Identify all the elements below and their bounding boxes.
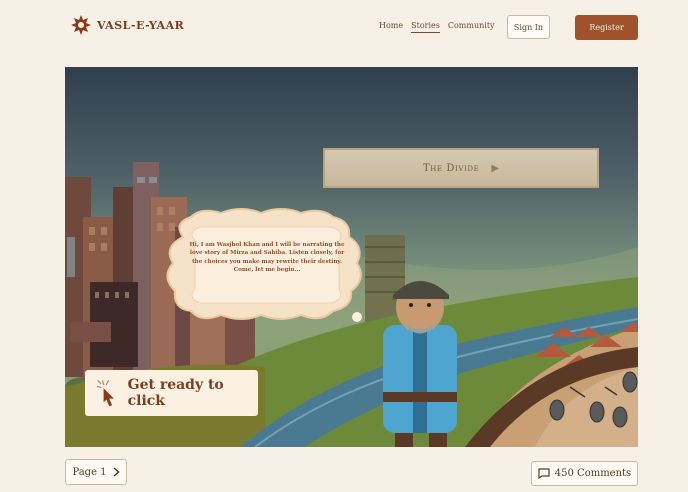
register-button[interactable]: Register (575, 15, 638, 40)
nav-link-home[interactable]: Home (379, 21, 403, 33)
chapter-banner[interactable]: The Divide ▶ (323, 148, 599, 188)
brand-logo[interactable]: VASL-E-YAAR (70, 14, 184, 36)
chapter-arrow-icon: ▶ (491, 162, 500, 174)
narration-bubble: Hi, I am Wasjhol Khan and I will be narr… (161, 207, 371, 322)
page-label: Page 1 (72, 466, 107, 478)
brand-name: VASL-E-YAAR (97, 18, 185, 32)
sign-in-button[interactable]: Sign In (507, 15, 550, 39)
comment-icon (538, 468, 550, 479)
click-cursor-icon (97, 380, 114, 407)
comments-count-label: 450 Comments (554, 468, 632, 479)
narration-text: Hi, I am Wasjhol Khan and I will be narr… (189, 242, 345, 274)
comments-button[interactable]: 450 Comments (531, 461, 638, 486)
nav-link-community[interactable]: Community (448, 21, 495, 33)
star-knot-icon (71, 15, 91, 35)
chevron-right-icon (113, 467, 120, 477)
get-ready-button[interactable]: Get ready to click (85, 370, 258, 416)
chapter-title: The Divide (422, 162, 480, 174)
top-navbar: VASL-E-YAAR Home Stories Community Sign … (0, 0, 688, 52)
nav-link-stories[interactable]: Stories (411, 21, 440, 33)
page-selector-button[interactable]: Page 1 (65, 459, 127, 485)
story-scene: The Divide ▶ Hi, I am Wasjhol Khan and I… (65, 67, 638, 447)
nav-links: Home Stories Community (379, 21, 495, 33)
get-ready-label: Get ready to click (127, 377, 224, 409)
